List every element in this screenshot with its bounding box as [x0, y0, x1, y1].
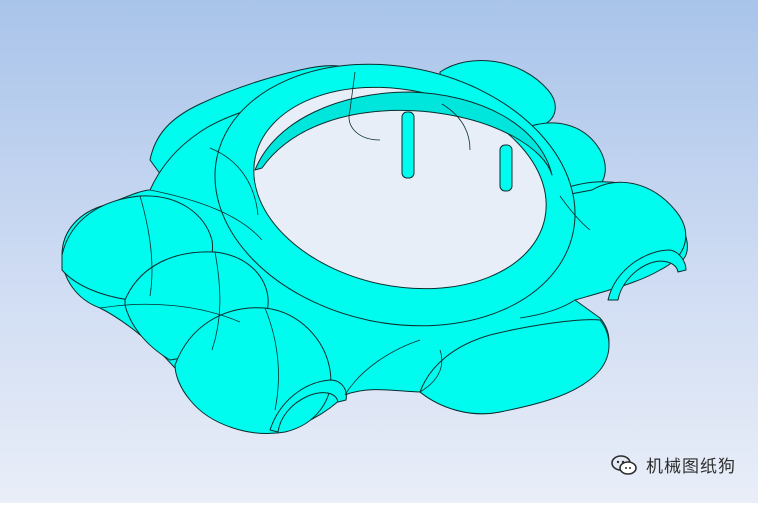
pin-right	[499, 144, 513, 192]
watermark-text: 机械图纸狗	[646, 457, 736, 477]
watermark: 机械图纸狗	[610, 452, 736, 477]
watch-case-body	[61, 60, 688, 434]
cad-viewport[interactable]: 机械图纸狗	[0, 0, 758, 503]
watch-case-model	[61, 60, 688, 434]
wechat-icon	[611, 454, 637, 475]
pin-left	[401, 111, 415, 179]
